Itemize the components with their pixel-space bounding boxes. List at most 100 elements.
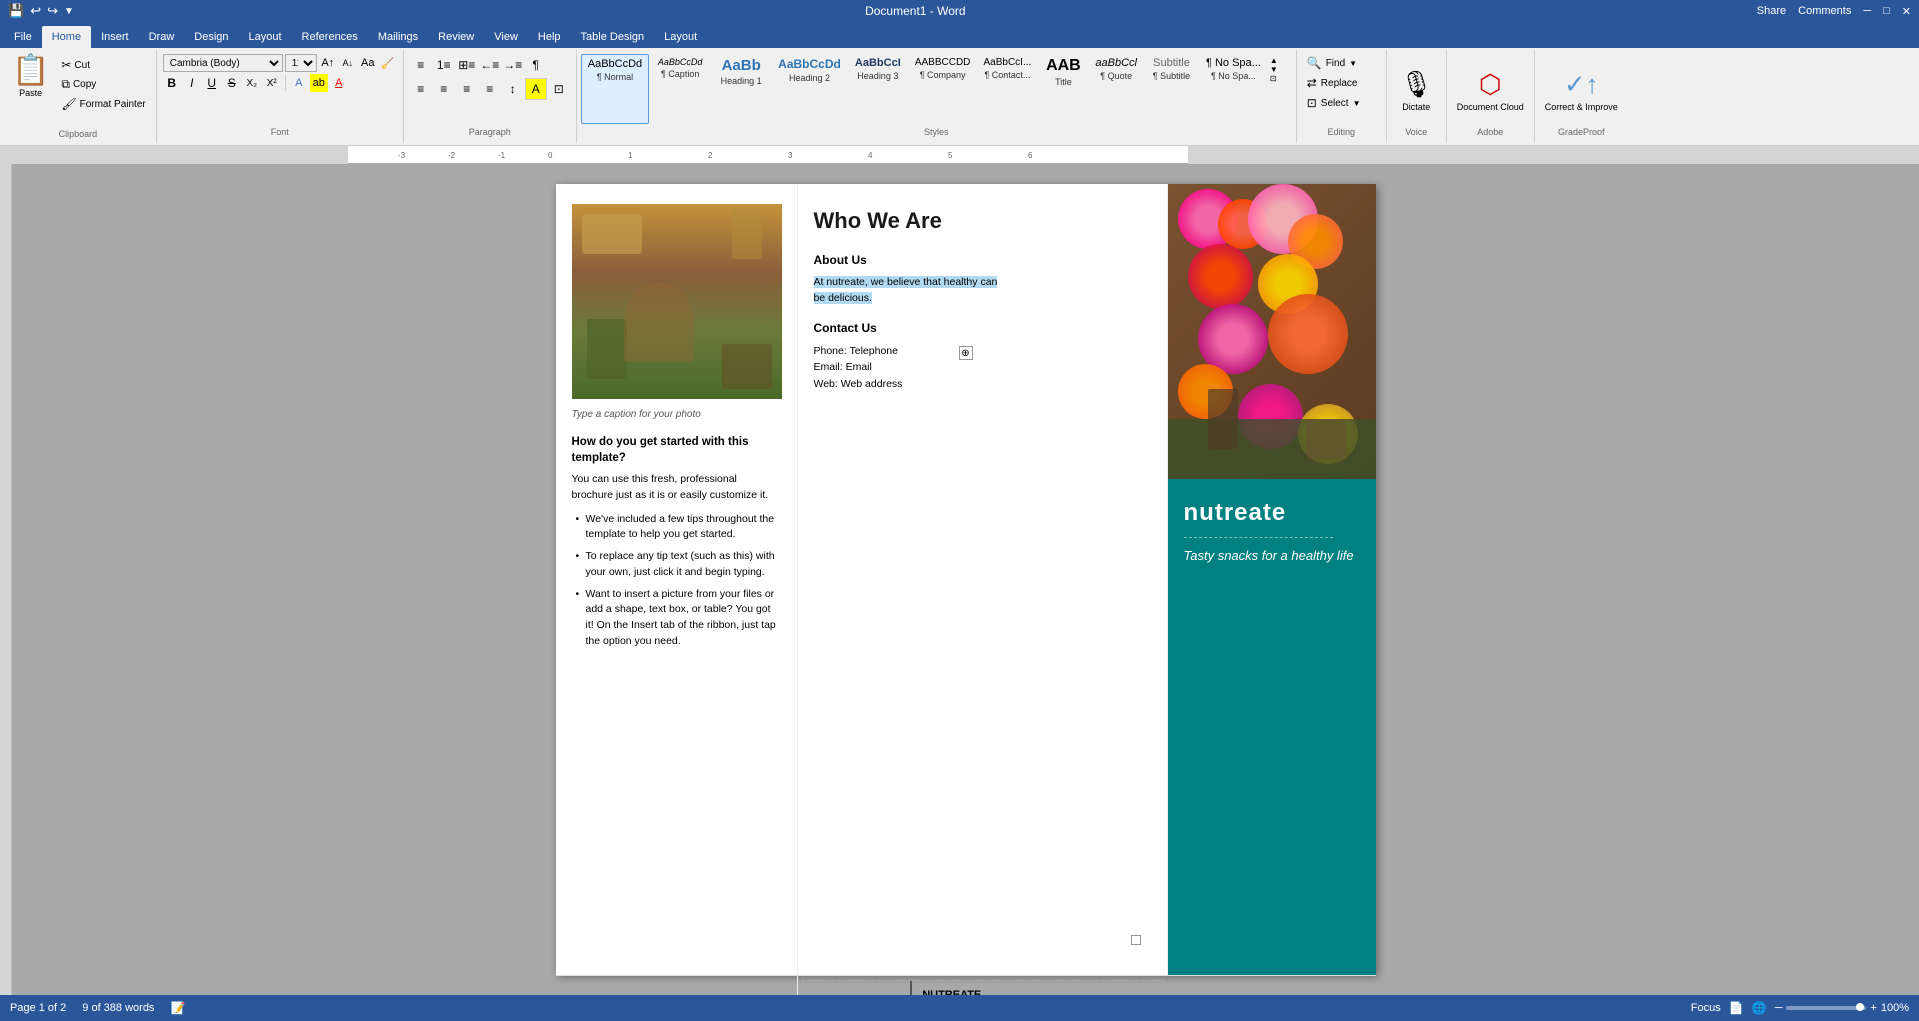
- redo-icon[interactable]: ↪: [47, 3, 58, 19]
- format-painter-button[interactable]: 🖌 Format Painter: [57, 95, 149, 113]
- status-bar: Page 1 of 2 9 of 388 words 📝 Focus 📄 🌐 ─…: [0, 995, 1919, 1021]
- underline-button[interactable]: U: [203, 74, 221, 92]
- tab-layout[interactable]: Layout: [239, 26, 292, 48]
- tab-table-design[interactable]: Table Design: [571, 26, 655, 48]
- borders-button[interactable]: ⊡: [548, 78, 570, 100]
- justify-button[interactable]: ≡: [479, 78, 501, 100]
- tab-file[interactable]: File: [4, 26, 42, 48]
- style-heading1[interactable]: AaBb Heading 1: [711, 54, 771, 124]
- decrease-font-button[interactable]: A↓: [339, 54, 357, 72]
- clipboard-group: 📋 Paste ✂ Cut ⧉ Copy 🖌 Format Painter Cl…: [0, 50, 157, 143]
- web-layout-button[interactable]: 🌐: [1752, 1001, 1767, 1015]
- comments-button[interactable]: Comments: [1798, 5, 1851, 17]
- font-color-button[interactable]: A: [330, 74, 348, 92]
- save-icon[interactable]: 💾: [8, 3, 24, 19]
- zoom-slider[interactable]: [1786, 1006, 1866, 1010]
- proofing-icon[interactable]: 📝: [170, 1001, 185, 1015]
- font-family-select[interactable]: Cambria (Body): [163, 54, 283, 72]
- multilevel-list-button[interactable]: ⊞≡: [456, 54, 478, 76]
- styles-scroll-down[interactable]: ▲ ▼ ⊡: [1268, 54, 1280, 85]
- web-text: Web: Web address: [814, 376, 1151, 393]
- tab-layout2[interactable]: Layout: [654, 26, 707, 48]
- show-formatting-button[interactable]: ¶: [525, 54, 547, 76]
- qat: 💾 ↩ ↪ ▼: [8, 3, 74, 19]
- adobe-button[interactable]: ⬡ Document Cloud: [1453, 65, 1528, 116]
- focus-button[interactable]: Focus: [1691, 1002, 1721, 1014]
- style-company[interactable]: AABBCCDD ¶ Company: [909, 54, 977, 124]
- styles-group-label: Styles: [581, 127, 1292, 139]
- print-layout-button[interactable]: 📄: [1729, 1001, 1744, 1015]
- undo-icon[interactable]: ↩: [30, 3, 41, 19]
- copy-label: Copy: [73, 79, 96, 90]
- italic-button[interactable]: I: [183, 74, 201, 92]
- align-right-button[interactable]: ≡: [456, 78, 478, 100]
- superscript-button[interactable]: X²: [263, 74, 281, 92]
- cut-button[interactable]: ✂ Cut: [57, 56, 149, 74]
- bullet-1: • We've included a few tips throughout t…: [572, 512, 781, 544]
- style-normal[interactable]: AaBbCcDd ¶ Normal: [581, 54, 649, 124]
- line-spacing-button[interactable]: ↕: [502, 78, 524, 100]
- numbering-button[interactable]: 1≡: [433, 54, 455, 76]
- paste-icon: 📋: [12, 56, 49, 86]
- style-caption[interactable]: AaBbCcDd ¶ Caption: [650, 54, 710, 124]
- voice-group-label: Voice: [1393, 127, 1440, 139]
- tab-review[interactable]: Review: [428, 26, 484, 48]
- font-size-select[interactable]: 11: [285, 54, 317, 72]
- customize-qat-icon[interactable]: ▼: [64, 6, 74, 17]
- tab-design[interactable]: Design: [184, 26, 238, 48]
- increase-font-button[interactable]: A↑: [319, 54, 337, 72]
- paragraph-group: ≡ 1≡ ⊞≡ ←≡ →≡ ¶ ≡ ≡ ≡ ≡ ↕ A ⊡ Paragraph: [404, 50, 577, 143]
- decrease-indent-button[interactable]: ←≡: [479, 54, 501, 76]
- subscript-button[interactable]: X₂: [243, 74, 261, 92]
- align-left-button[interactable]: ≡: [410, 78, 432, 100]
- table-resize-handle[interactable]: [1131, 935, 1141, 945]
- increase-indent-button[interactable]: →≡: [502, 54, 524, 76]
- maximize-button[interactable]: □: [1883, 5, 1890, 17]
- zoom-in-button[interactable]: +: [1870, 1002, 1876, 1014]
- bold-button[interactable]: B: [163, 74, 181, 92]
- table-move-handle[interactable]: ⊕: [959, 346, 973, 360]
- phone-text: Phone: Telephone: [814, 343, 1151, 360]
- dictate-button[interactable]: 🎙 Dictate: [1396, 65, 1437, 116]
- font-group: Cambria (Body) 11 A↑ A↓ Aa 🧹 B I U S X₂ …: [157, 50, 404, 143]
- tab-draw[interactable]: Draw: [139, 26, 185, 48]
- minimize-button[interactable]: ─: [1863, 5, 1871, 17]
- ruler-content: -3 -2 -1 0 1 2 3 4 5 6: [348, 146, 1188, 164]
- tab-mailings[interactable]: Mailings: [368, 26, 428, 48]
- select-button[interactable]: ⊡ Select ▼: [1303, 94, 1380, 112]
- paste-button[interactable]: 📋 Paste: [6, 52, 55, 102]
- zoom-out-button[interactable]: ─: [1775, 1002, 1783, 1014]
- copy-button[interactable]: ⧉ Copy: [57, 75, 149, 94]
- align-center-button[interactable]: ≡: [433, 78, 455, 100]
- scroll-area[interactable]: ⊕: [12, 164, 1919, 995]
- tab-help[interactable]: Help: [528, 26, 571, 48]
- clear-formatting-button[interactable]: 🧹: [379, 54, 397, 72]
- style-heading2[interactable]: AaBbCcDd Heading 2: [772, 54, 847, 124]
- text-effects-button[interactable]: A: [290, 74, 308, 92]
- tab-references[interactable]: References: [292, 26, 368, 48]
- document-page: ⊕: [556, 184, 1376, 975]
- gradeproof-button[interactable]: ✓↑ Correct & Improve: [1541, 65, 1622, 116]
- strikethrough-button[interactable]: S: [223, 74, 241, 92]
- style-title[interactable]: AAB Title: [1038, 54, 1088, 124]
- flower-photo: [1168, 184, 1376, 479]
- style-subtitle[interactable]: Subtitle ¶ Subtitle: [1144, 54, 1199, 124]
- share-button[interactable]: Share: [1757, 5, 1786, 17]
- tab-insert[interactable]: Insert: [91, 26, 139, 48]
- shading-button[interactable]: A: [525, 78, 547, 100]
- bullets-button[interactable]: ≡: [410, 54, 432, 76]
- change-case-button[interactable]: Aa: [359, 54, 377, 72]
- find-button[interactable]: 🔍 Find ▼: [1303, 54, 1380, 72]
- text-highlight-button[interactable]: ab: [310, 74, 328, 92]
- tab-view[interactable]: View: [484, 26, 528, 48]
- zoom-level: 100%: [1881, 1002, 1909, 1014]
- style-nospace[interactable]: ¶ No Spa... ¶ No Spa...: [1200, 54, 1267, 124]
- title-bar: 💾 ↩ ↪ ▼ Document1 - Word Share Comments …: [0, 0, 1919, 22]
- close-button[interactable]: ✕: [1902, 5, 1911, 18]
- tab-home[interactable]: Home: [42, 26, 91, 48]
- style-heading3[interactable]: AaBbCcI Heading 3: [848, 54, 908, 124]
- style-quote[interactable]: aaBbCcl ¶ Quote: [1089, 54, 1143, 124]
- select-icon: ⊡: [1307, 96, 1317, 110]
- style-contact[interactable]: AaBbCcI... ¶ Contact...: [977, 54, 1037, 124]
- replace-button[interactable]: ⇄ Replace: [1303, 74, 1380, 92]
